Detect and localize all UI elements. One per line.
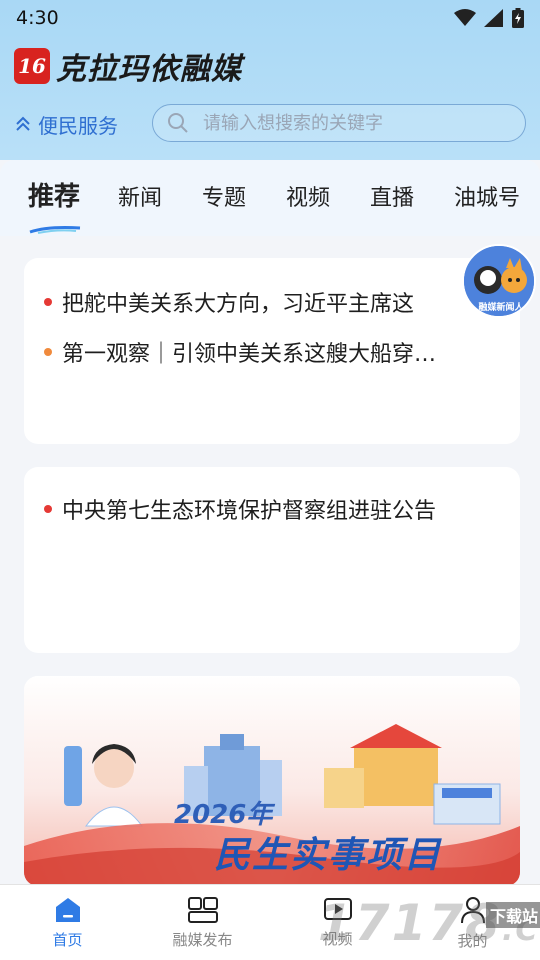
tab-recommend[interactable]: 推荐 [28,176,81,234]
banner-title: 民生实事项目 [214,835,443,876]
watermark-text: 17178 [318,894,502,952]
mascot-label: 融媒新闻人 [478,303,524,313]
tab-live[interactable]: 直播 [370,180,414,212]
nav-label: 首页 [52,930,83,949]
status-icons [454,8,524,28]
news-card: 中央第七生态环境保护督察组进驻公告 [24,467,520,653]
news-headline: 把舵中美关系大方向，习近平主席这 [62,292,415,317]
promo-banner[interactable]: 2026年 民生实事项目 [24,676,520,886]
tab-topics[interactable]: 专题 [202,180,246,212]
tab-label: 推荐 [28,182,81,212]
nav-label: 融媒发布 [172,930,233,949]
category-tabs: 推荐 新闻 专题 视频 直播 油城号 [0,160,540,236]
nav-home[interactable]: 首页 [0,885,135,960]
bullet-dot [44,348,52,356]
nav-publish[interactable]: 融媒发布 [135,885,270,960]
battery-icon [512,8,524,28]
app-brand: 16 克拉玛依融媒 [14,46,242,87]
list-item[interactable]: 中央第七生态环境保护督察组进驻公告 [44,493,504,525]
watermark-badge: 下载站 [486,902,540,928]
tab-news[interactable]: 新闻 [118,180,162,212]
tab-video[interactable]: 视频 [286,180,330,212]
search-box[interactable] [152,104,526,142]
signal-icon [484,9,503,27]
search-icon [168,113,188,133]
news-headline: 中央第七生态环境保护督察组进驻公告 [62,499,437,524]
news-headline: 第一观察｜引领中美关系这艘大船穿… [62,342,437,367]
wifi-icon [454,9,476,26]
status-bar: 4:30 [0,0,540,36]
search-input[interactable] [203,112,503,134]
app-logo: 16 [14,48,50,84]
tab-oilcity[interactable]: 油城号 [454,180,520,212]
floating-mascot-button[interactable]: 融媒新闻人 [462,244,536,318]
service-label: 便民服务 [38,113,118,138]
service-button[interactable]: 便民服务 [14,108,118,140]
status-time: 4:30 [16,7,59,29]
home-icon [55,897,80,922]
bullet-dot [44,505,52,513]
bullet-dot [44,298,52,306]
grid-icon [187,896,218,923]
news-card: 把舵中美关系大方向，习近平主席这 第一观察｜引领中美关系这艘大船穿… [24,258,520,444]
list-item[interactable]: 把舵中美关系大方向，习近平主席这 [44,286,504,318]
double-chevron-up-icon [16,116,30,131]
site-watermark: 17178.COM 下载站 [318,894,540,952]
app-name: 克拉玛依融媒 [56,52,242,87]
list-item[interactable]: 第一观察｜引领中美关系这艘大船穿… [44,336,504,368]
tab-active-indicator [29,226,81,234]
